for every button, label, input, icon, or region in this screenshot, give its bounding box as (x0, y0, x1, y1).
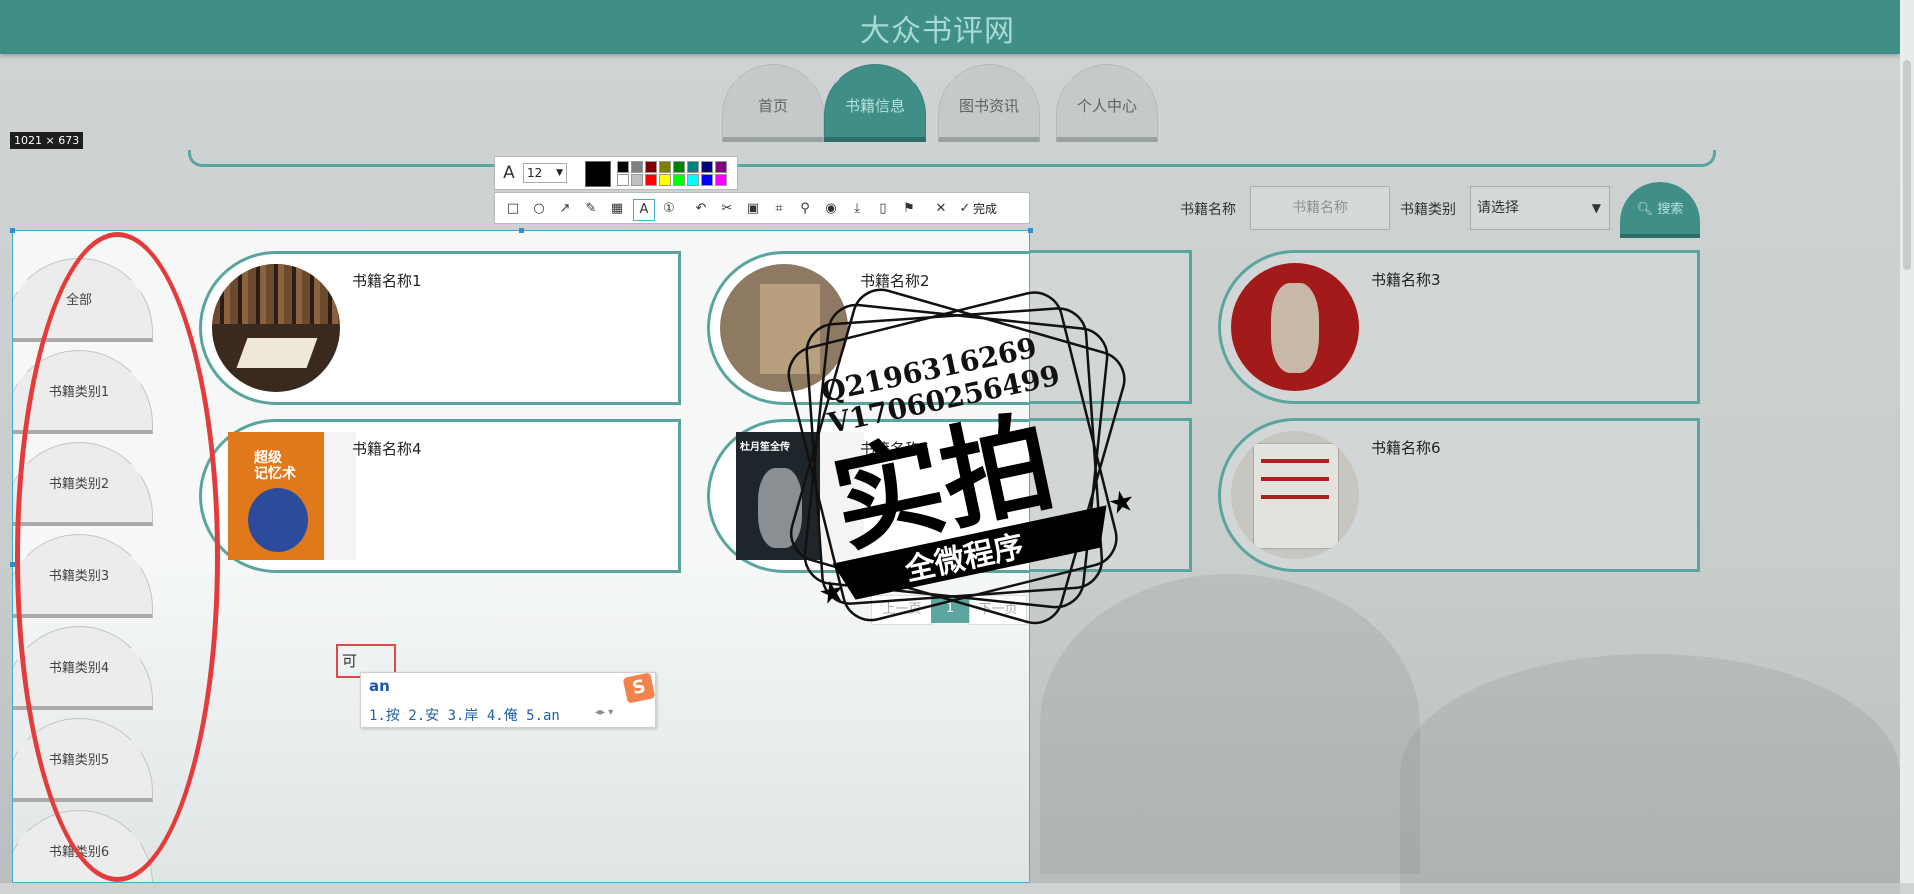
search-category-select[interactable]: 请选择 ▼ (1470, 186, 1610, 230)
book-card[interactable]: 超级 记忆术 书籍名称4 (199, 419, 681, 573)
color-swatch[interactable] (645, 161, 657, 173)
book-card[interactable]: 书籍名称6 (1218, 418, 1700, 572)
close-icon[interactable]: ✕ (931, 199, 951, 219)
text-tool-icon: A (503, 163, 515, 183)
qr-scan-icon[interactable]: ▣ (743, 199, 763, 219)
ellipse-tool-icon[interactable]: ○ (529, 199, 549, 219)
color-swatch[interactable] (617, 174, 629, 186)
color-swatch[interactable] (631, 161, 643, 173)
scrollbar-thumb[interactable] (1903, 60, 1911, 270)
book-cover (1231, 431, 1359, 559)
color-swatch[interactable] (687, 161, 699, 173)
undo-icon[interactable]: ↶ (691, 199, 711, 219)
background-ink-painting (1400, 654, 1900, 894)
typed-text: 可 (342, 652, 358, 670)
pin-icon[interactable]: ⚲ (795, 199, 815, 219)
ime-input-text: an (369, 677, 390, 695)
arrow-tool-icon[interactable]: ↗ (555, 199, 575, 219)
selection-handle[interactable] (519, 228, 524, 233)
chevron-down-icon: ▼ (556, 168, 563, 178)
book-cover (1231, 263, 1359, 391)
star-icon: ★ (1105, 483, 1139, 523)
mosaic-tool-icon[interactable]: ▦ (607, 199, 627, 219)
watermark-stamp: Q2196316269 V17060256499 实拍 全微程序 ★ ★ (787, 288, 1139, 625)
rectangle-tool-icon[interactable]: □ (503, 199, 523, 219)
annotation-ellipse (15, 232, 220, 882)
book-title: 书籍名称4 (352, 440, 422, 458)
search-button-label: 搜索 (1657, 202, 1684, 217)
search-icon: 🔍︎ (1636, 202, 1654, 217)
pencil-tool-icon[interactable]: ✎ (581, 199, 601, 219)
ime-candidate-window[interactable]: an 1.按 2.安 3.岸 4.俺 5.an S ◂▸ ▾ (360, 672, 656, 728)
done-button[interactable]: 完成 (973, 199, 997, 219)
search-category-label: 书籍类别 (1400, 202, 1456, 218)
color-swatch[interactable] (701, 174, 713, 186)
selection-handle[interactable] (10, 228, 15, 233)
cover-text: 超级 记忆术 (254, 450, 296, 482)
color-swatch[interactable] (673, 161, 685, 173)
ocr-icon[interactable]: ⌗ (769, 199, 789, 219)
check-icon[interactable]: ✓ (955, 199, 975, 219)
font-size-value: 12 (527, 166, 543, 180)
selection-size-badge: 1021 × 673 (10, 132, 84, 149)
number-tool-icon[interactable]: ① (659, 199, 679, 219)
color-swatch[interactable] (617, 161, 629, 173)
color-swatch[interactable] (631, 174, 643, 186)
cut-icon[interactable]: ✂ (717, 199, 737, 219)
book-card[interactable]: 书籍名称1 (199, 251, 681, 405)
color-swatch[interactable] (715, 161, 727, 173)
screenshot-toolbar: □ ○ ↗ ✎ ▦ A ① ↶ ✂ ▣ ⌗ ⚲ ◉ ⤓ ▯ ⚑ ✕ ✓ 完成 (494, 192, 1030, 224)
ime-page-arrows-icon[interactable]: ◂▸ ▾ (595, 707, 613, 718)
current-color-swatch[interactable] (585, 161, 611, 187)
color-swatch[interactable] (687, 174, 699, 186)
chevron-down-icon: ▼ (1591, 201, 1601, 215)
color-swatch[interactable] (659, 174, 671, 186)
book-cover (212, 264, 340, 392)
nav-underline (188, 150, 1716, 167)
book-card[interactable]: 书籍名称3 (1218, 250, 1700, 404)
color-swatch[interactable] (645, 174, 657, 186)
record-icon[interactable]: ◉ (821, 199, 841, 219)
sogou-logo-icon: S (622, 672, 656, 704)
color-swatch[interactable] (701, 161, 713, 173)
text-tool-icon[interactable]: A (633, 199, 655, 221)
selection-handle[interactable] (1028, 228, 1033, 233)
search-name-input[interactable]: 书籍名称 (1250, 186, 1390, 230)
color-swatch[interactable] (715, 174, 727, 186)
phone-icon[interactable]: ▯ (873, 199, 893, 219)
book-cover: 超级 记忆术 (228, 432, 356, 560)
book-title: 书籍名称3 (1371, 271, 1441, 289)
annotation-format-toolbar: A 12 ▼ (494, 156, 738, 190)
font-size-select[interactable]: 12 ▼ (523, 163, 567, 183)
ime-candidates[interactable]: 1.按 2.安 3.岸 4.俺 5.an (369, 705, 560, 725)
page-scrollbar[interactable] (1900, 0, 1914, 883)
color-swatch[interactable] (673, 174, 685, 186)
color-swatch[interactable] (659, 161, 671, 173)
select-value: 请选择 (1477, 200, 1519, 216)
search-name-label: 书籍名称 (1180, 202, 1236, 218)
download-icon[interactable]: ⤓ (847, 199, 867, 219)
book-title: 书籍名称6 (1371, 439, 1441, 457)
book-title: 书籍名称1 (352, 272, 422, 290)
bookmark-icon[interactable]: ⚑ (899, 199, 919, 219)
site-title: 大众书评网 (860, 14, 1015, 49)
